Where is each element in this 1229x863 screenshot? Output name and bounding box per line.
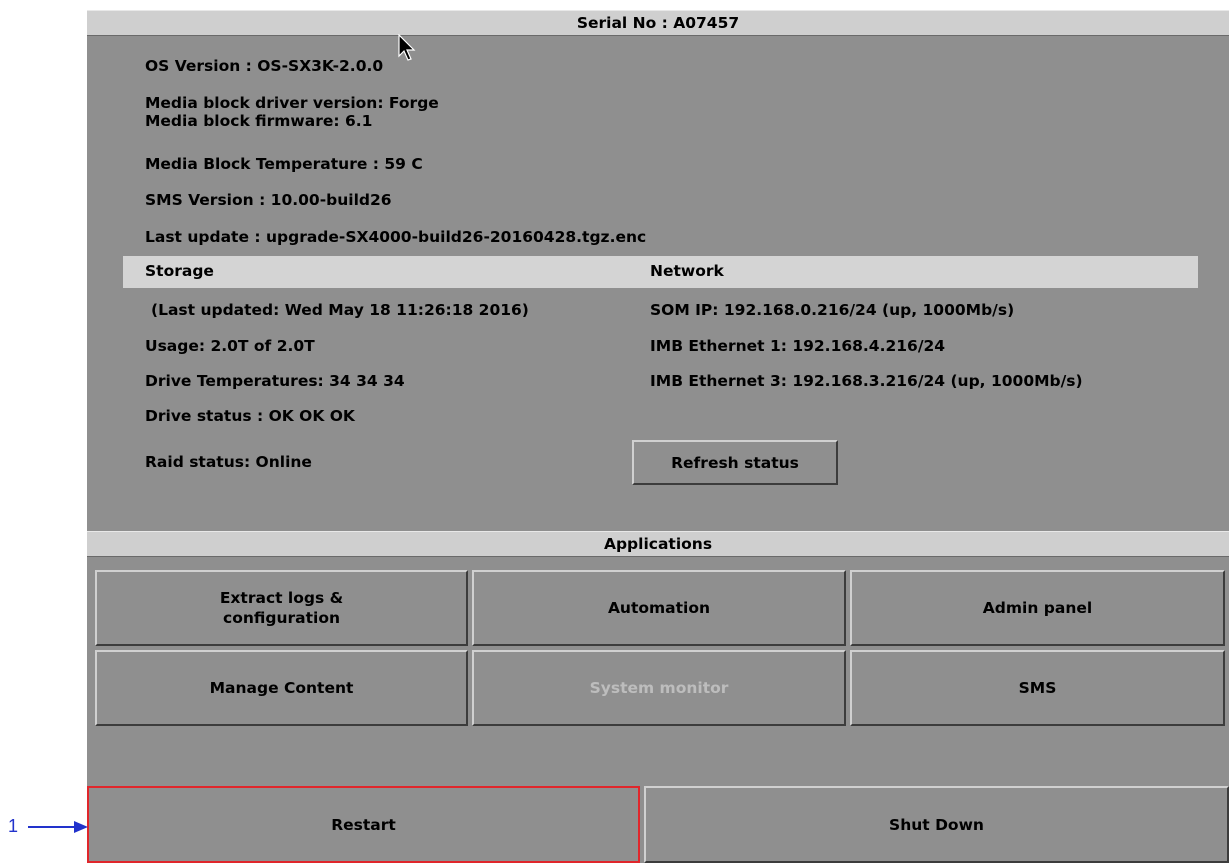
manage-content-label: Manage Content bbox=[209, 679, 354, 697]
restart-label: Restart bbox=[331, 815, 396, 834]
last-update: Last update : upgrade-SX4000-build26-201… bbox=[145, 228, 647, 246]
refresh-status-label: Refresh status bbox=[671, 453, 799, 472]
storage-network-header: Storage Network bbox=[123, 256, 1198, 288]
mouse-pointer-icon bbox=[398, 34, 416, 61]
annotation-callout: 1 bbox=[0, 816, 92, 840]
raid-status: Raid status: Online bbox=[145, 453, 312, 471]
admin-panel-label: Admin panel bbox=[982, 599, 1093, 617]
shutdown-label: Shut Down bbox=[889, 815, 984, 834]
shutdown-button[interactable]: Shut Down bbox=[644, 786, 1229, 863]
os-version: OS Version : OS-SX3K-2.0.0 bbox=[145, 57, 384, 75]
extract-logs-button[interactable]: Extract logs & configuration bbox=[95, 570, 468, 646]
network-heading: Network bbox=[650, 262, 724, 280]
automation-label: Automation bbox=[607, 599, 711, 617]
media-block-temperature: Media Block Temperature : 59 C bbox=[145, 155, 423, 173]
storage-usage: Usage: 2.0T of 2.0T bbox=[145, 337, 315, 355]
extract-logs-label-line2: configuration bbox=[223, 609, 340, 627]
status-panel: Serial No : A07457 OS Version : OS-SX3K-… bbox=[87, 10, 1229, 863]
sms-button[interactable]: SMS bbox=[850, 650, 1225, 726]
serial-header: Serial No : A07457 bbox=[87, 10, 1229, 36]
firmware-version: Media block firmware: 6.1 bbox=[145, 112, 373, 130]
driver-version: Media block driver version: Forge bbox=[145, 94, 439, 112]
drive-temperatures: Drive Temperatures: 34 34 34 bbox=[145, 372, 405, 390]
annotation-number: 1 bbox=[8, 816, 19, 836]
serial-number: Serial No : A07457 bbox=[576, 14, 740, 32]
som-ip: SOM IP: 192.168.0.216/24 (up, 1000Mb/s) bbox=[650, 301, 1015, 319]
sms-version: SMS Version : 10.00-build26 bbox=[145, 191, 392, 209]
automation-button[interactable]: Automation bbox=[472, 570, 846, 646]
drive-status: Drive status : OK OK OK bbox=[145, 407, 355, 425]
manage-content-button[interactable]: Manage Content bbox=[95, 650, 468, 726]
imb-ethernet-3: IMB Ethernet 3: 192.168.3.216/24 (up, 10… bbox=[650, 372, 1083, 390]
arrow-right-icon bbox=[28, 821, 88, 833]
applications-heading: Applications bbox=[603, 535, 713, 553]
extract-logs-label-line1: Extract logs & bbox=[219, 589, 344, 607]
refresh-status-button[interactable]: Refresh status bbox=[632, 440, 838, 485]
admin-panel-button[interactable]: Admin panel bbox=[850, 570, 1225, 646]
imb-ethernet-1: IMB Ethernet 1: 192.168.4.216/24 bbox=[650, 337, 946, 355]
system-monitor-label: System monitor bbox=[589, 679, 729, 697]
storage-heading: Storage bbox=[145, 262, 214, 280]
sms-label: SMS bbox=[1018, 679, 1057, 697]
system-monitor-button: System monitor bbox=[472, 650, 846, 726]
applications-header: Applications bbox=[87, 531, 1229, 557]
storage-last-updated: (Last updated: Wed May 18 11:26:18 2016) bbox=[151, 301, 529, 319]
restart-button[interactable]: Restart bbox=[87, 786, 640, 863]
